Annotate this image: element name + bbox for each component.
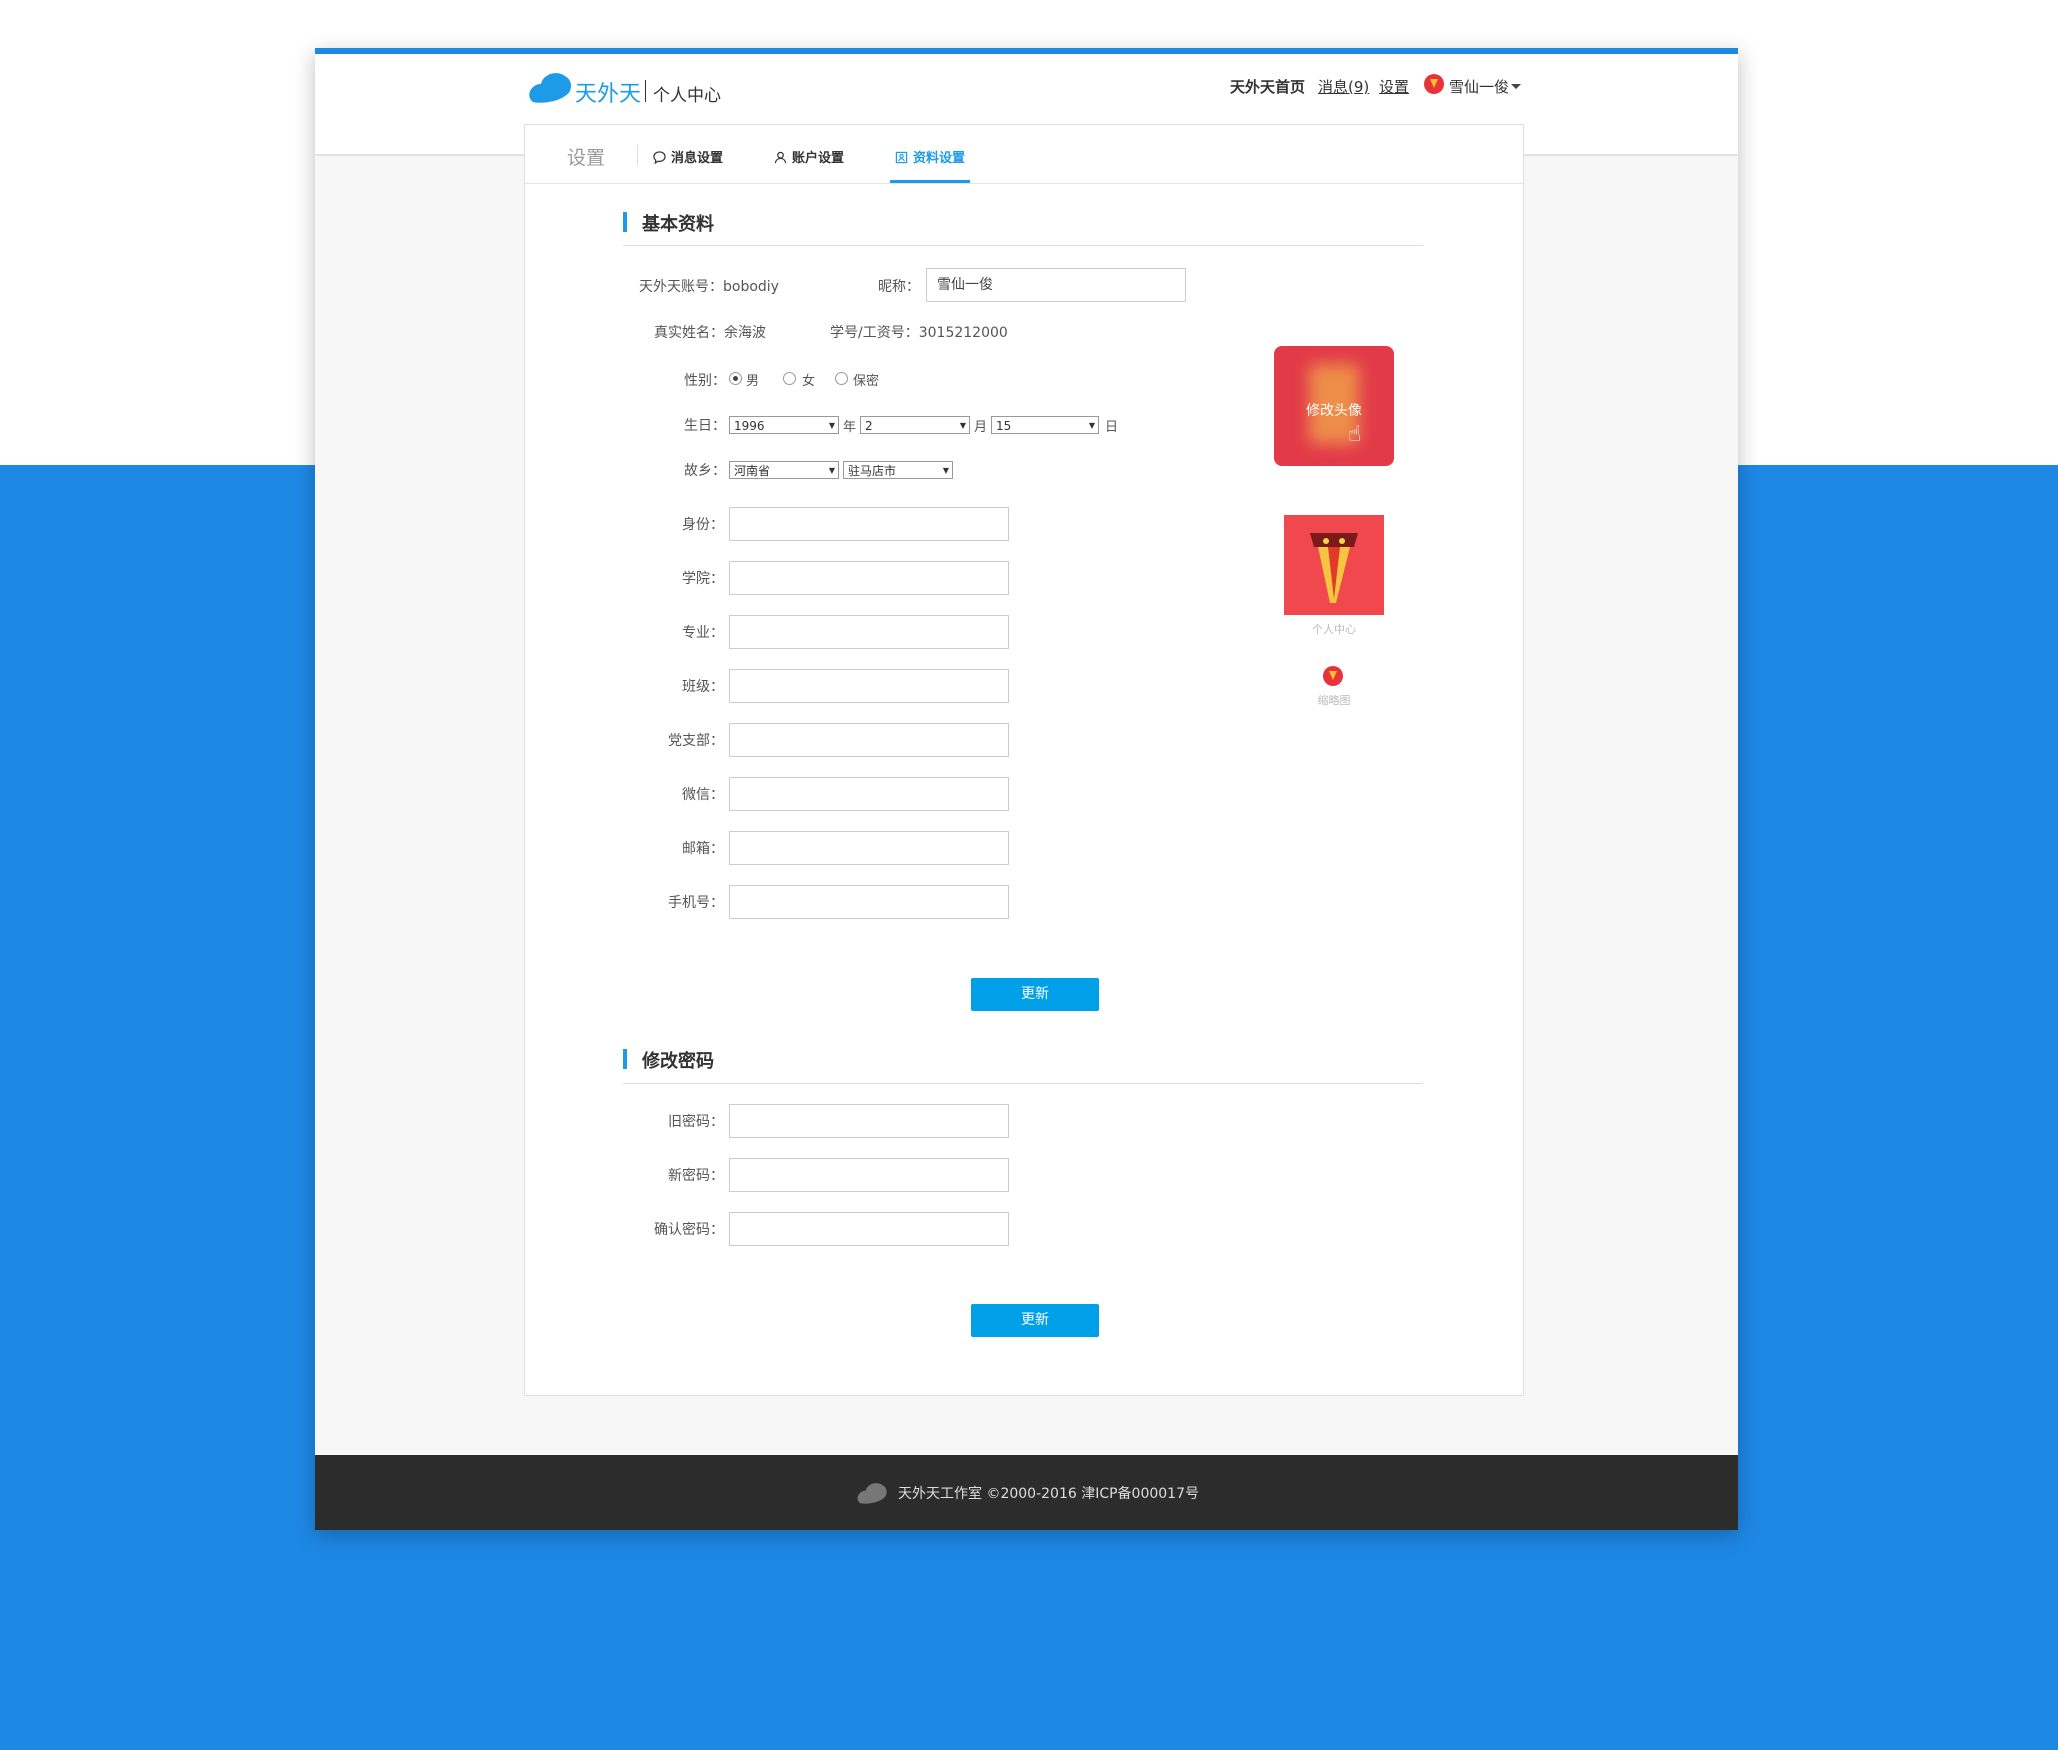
field-label-email: 邮箱： bbox=[682, 841, 724, 857]
cloud-logo-icon bbox=[857, 1483, 887, 1504]
tab-divider bbox=[637, 145, 638, 165]
college-input[interactable] bbox=[729, 561, 1009, 595]
confirm-password-label: 确认密码： bbox=[654, 1222, 724, 1238]
old-password-input[interactable] bbox=[729, 1104, 1009, 1138]
nav-settings-link[interactable]: 设置 bbox=[1379, 76, 1409, 97]
footer-copyright: 天外天工作室 ©2000-2016 津ICP备000017号 bbox=[898, 1486, 1199, 1502]
gender-female-label: 女 bbox=[802, 374, 816, 389]
active-tab-indicator bbox=[890, 180, 970, 183]
tab-account-label: 账户设置 bbox=[792, 151, 845, 166]
student-id-label: 学号/工资号：3015212000 bbox=[830, 325, 1008, 341]
brand-name: 天外天 bbox=[575, 82, 642, 107]
birth-month-select[interactable]: 2 bbox=[860, 416, 970, 435]
brand-subtitle: 个人中心 bbox=[653, 86, 721, 106]
field-label-major: 专业： bbox=[682, 625, 724, 641]
section-divider bbox=[623, 1083, 1423, 1084]
month-unit: 月 bbox=[974, 420, 988, 435]
old-password-label: 旧密码： bbox=[668, 1114, 724, 1130]
nickname-label: 昵称： bbox=[878, 279, 920, 295]
footer: 天外天工作室 ©2000-2016 津ICP备000017号 bbox=[315, 1455, 1738, 1530]
avatar-small bbox=[1323, 666, 1343, 686]
account-label: 天外天账号：bobodiy bbox=[639, 279, 779, 295]
birthday-label: 生日： bbox=[684, 418, 726, 434]
email-input[interactable] bbox=[729, 831, 1009, 865]
user-menu[interactable]: 雪仙一俊 bbox=[1449, 76, 1509, 97]
wechat-input[interactable] bbox=[729, 777, 1009, 811]
app-window: 天外天 个人中心 天外天首页 消息(9) 设置 雪仙一俊 设置 消息设置 账户设… bbox=[315, 48, 1738, 1530]
new-password-label: 新密码： bbox=[668, 1168, 724, 1184]
hand-pointer-icon: ☝ bbox=[1348, 422, 1362, 447]
nav-home-link[interactable]: 天外天首页 bbox=[1230, 76, 1305, 97]
settings-title: 设置 bbox=[567, 147, 606, 169]
birth-year-select[interactable]: 1996 bbox=[729, 416, 839, 435]
gender-label: 性别： bbox=[684, 373, 726, 389]
tab-profile-settings[interactable]: 资料设置 bbox=[895, 147, 965, 166]
realname-label: 真实姓名：余海波 bbox=[654, 325, 766, 341]
avatar-character-icon bbox=[1310, 533, 1358, 603]
change-avatar-label: 修改头像 bbox=[1306, 403, 1362, 419]
field-label-class: 班级： bbox=[682, 679, 724, 695]
field-label-wechat: 微信： bbox=[682, 787, 724, 803]
avatar-medium bbox=[1284, 515, 1384, 615]
settings-panel: 设置 消息设置 账户设置 资料设置 基本资料 天外天账号：bobodiy 昵称：… bbox=[524, 124, 1524, 1396]
identity-input[interactable] bbox=[729, 507, 1009, 541]
field-label-college: 学院： bbox=[682, 571, 724, 587]
brand-divider bbox=[645, 80, 646, 102]
province-select[interactable]: 河南省 bbox=[729, 461, 839, 480]
city-select[interactable]: 驻马店市 bbox=[843, 461, 953, 480]
nickname-input[interactable]: 雪仙一俊 bbox=[926, 268, 1186, 302]
field-label-identity: 身份： bbox=[682, 517, 724, 533]
tab-message-settings[interactable]: 消息设置 bbox=[653, 147, 723, 166]
gender-secret-radio[interactable] bbox=[835, 372, 848, 385]
chat-icon bbox=[653, 151, 666, 164]
profile-card-icon bbox=[895, 151, 908, 164]
user-icon bbox=[774, 151, 787, 164]
password-title: 修改密码 bbox=[642, 1051, 714, 1072]
user-avatar[interactable] bbox=[1424, 74, 1444, 94]
section-marker bbox=[623, 1049, 627, 1069]
tab-bar: 设置 消息设置 账户设置 资料设置 bbox=[525, 125, 1523, 184]
day-unit: 日 bbox=[1105, 420, 1119, 435]
hometown-label: 故乡： bbox=[684, 463, 726, 479]
phone-input[interactable] bbox=[729, 885, 1009, 919]
cloud-logo-icon bbox=[529, 73, 571, 103]
party-branch-input[interactable] bbox=[729, 723, 1009, 757]
update-password-button[interactable]: 更新 bbox=[971, 1304, 1099, 1337]
avatar-small-caption: 缩略图 bbox=[1317, 694, 1351, 707]
gender-secret-label: 保密 bbox=[853, 374, 880, 389]
chevron-down-icon[interactable] bbox=[1511, 84, 1521, 89]
gender-female-radio[interactable] bbox=[783, 372, 796, 385]
nav-messages-link[interactable]: 消息(9) bbox=[1318, 76, 1369, 97]
change-avatar-button[interactable]: 修改头像 ☝ bbox=[1274, 346, 1394, 466]
tab-profile-label: 资料设置 bbox=[913, 151, 966, 166]
major-input[interactable] bbox=[729, 615, 1009, 649]
new-password-input[interactable] bbox=[729, 1158, 1009, 1192]
gender-male-radio[interactable] bbox=[729, 372, 742, 385]
gender-male-label: 男 bbox=[746, 374, 760, 389]
tab-account-settings[interactable]: 账户设置 bbox=[774, 147, 844, 166]
avatar-medium-caption: 个人中心 bbox=[1312, 623, 1356, 636]
field-label-party-branch: 党支部： bbox=[668, 733, 724, 749]
update-profile-button[interactable]: 更新 bbox=[971, 978, 1099, 1011]
year-unit: 年 bbox=[843, 420, 857, 435]
field-label-phone: 手机号： bbox=[668, 895, 724, 911]
section-divider bbox=[623, 245, 1423, 246]
birth-day-select[interactable]: 15 bbox=[991, 416, 1099, 435]
confirm-password-input[interactable] bbox=[729, 1212, 1009, 1246]
basic-info-title: 基本资料 bbox=[642, 214, 714, 235]
tab-message-label: 消息设置 bbox=[671, 151, 724, 166]
class-input[interactable] bbox=[729, 669, 1009, 703]
section-marker bbox=[623, 212, 627, 232]
